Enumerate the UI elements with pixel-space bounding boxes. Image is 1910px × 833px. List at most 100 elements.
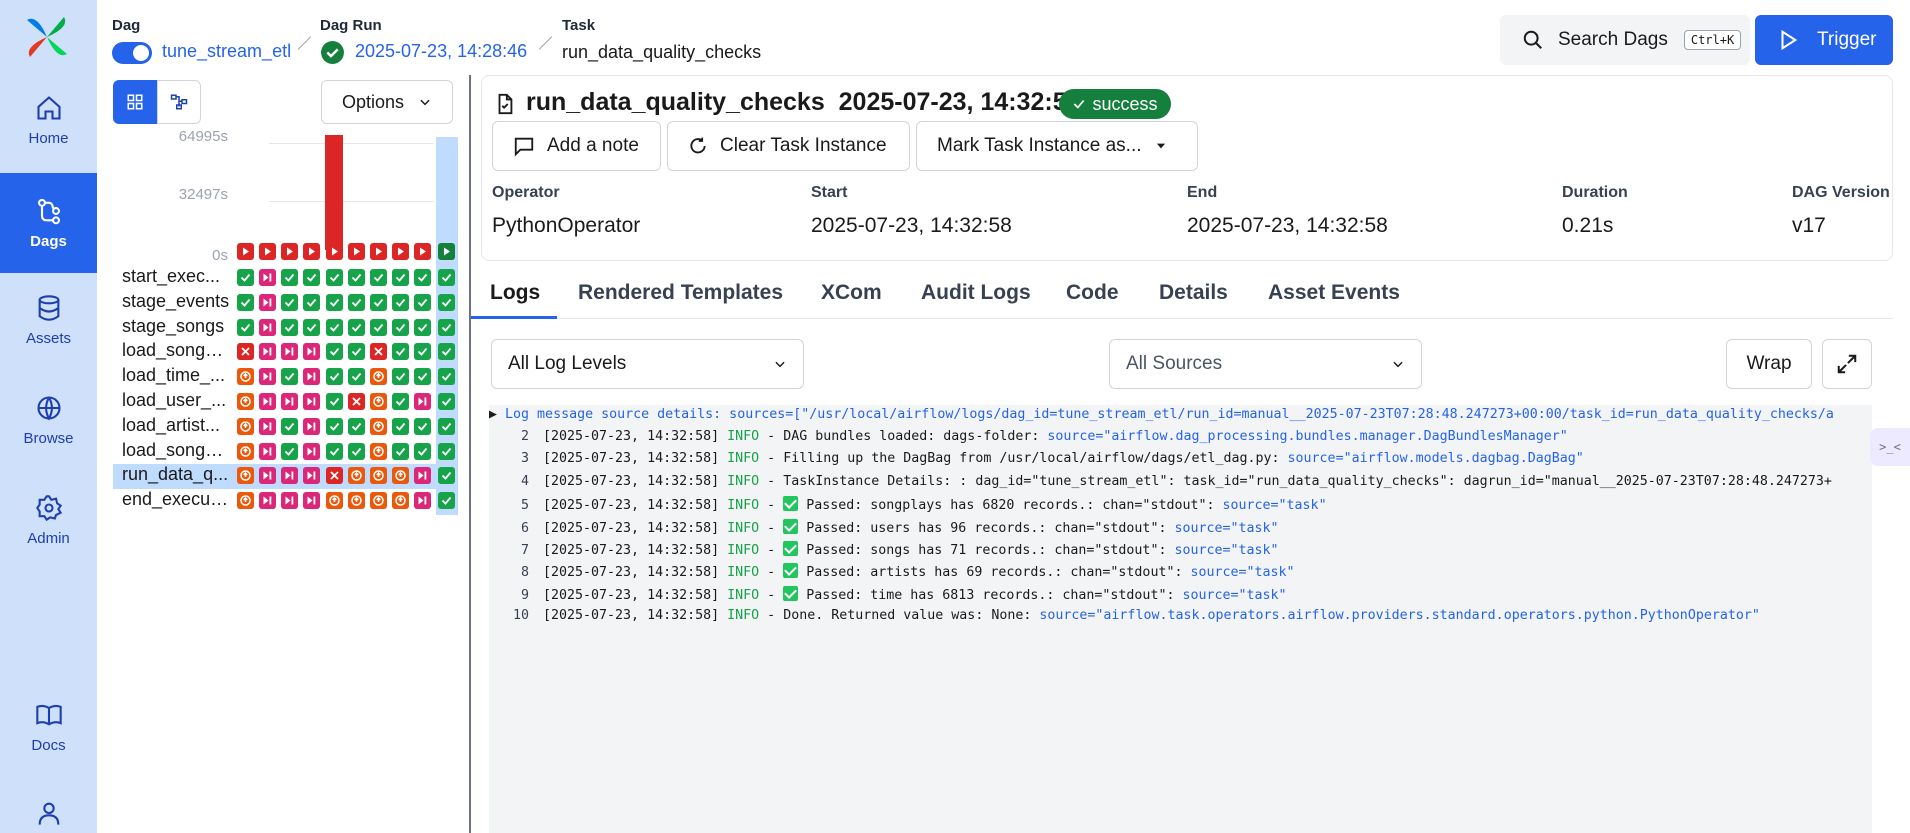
task-instance-cell[interactable] xyxy=(370,417,387,435)
task-instance-cell[interactable] xyxy=(348,442,365,460)
task-instance-cell[interactable] xyxy=(303,318,320,336)
nav-item-home[interactable]: Home xyxy=(0,70,97,170)
disclosure-triangle-icon[interactable]: ▶ xyxy=(489,407,497,422)
task-instance-cell[interactable] xyxy=(237,393,254,410)
tab-code[interactable]: Code xyxy=(1066,281,1119,305)
task-instance-cell[interactable] xyxy=(237,269,254,286)
task-instance-cell[interactable] xyxy=(392,293,409,311)
log-source-details[interactable]: ▶ Log message source details: sources=["… xyxy=(489,407,1834,422)
task-instance-cell[interactable] xyxy=(392,417,409,435)
task-instance-cell[interactable] xyxy=(414,293,431,311)
log-level-select[interactable]: All Log Levels xyxy=(491,339,804,389)
task-instance-cell[interactable] xyxy=(348,269,365,286)
task-instance-cell[interactable] xyxy=(237,442,254,460)
task-instance-cell[interactable] xyxy=(370,442,387,460)
task-instance-cell[interactable] xyxy=(438,318,455,336)
task-instance-cell[interactable] xyxy=(414,467,431,485)
trigger-button[interactable]: Trigger xyxy=(1755,15,1893,65)
task-instance-cell[interactable] xyxy=(438,343,455,361)
task-row-name[interactable]: load_artist... xyxy=(122,415,230,436)
add-note-button[interactable]: Add a note xyxy=(492,121,661,171)
dag-link[interactable]: tune_stream_etl xyxy=(162,41,291,62)
task-instance-cell[interactable] xyxy=(259,492,276,510)
task-instance-cell[interactable] xyxy=(303,417,320,435)
dag-run-cell[interactable] xyxy=(348,243,365,260)
task-instance-cell[interactable] xyxy=(259,393,276,410)
task-instance-cell[interactable] xyxy=(237,318,254,336)
task-row-name[interactable]: stage_events xyxy=(122,291,230,312)
task-instance-cell[interactable] xyxy=(348,368,365,386)
nav-item-admin[interactable]: Admin xyxy=(0,470,97,570)
task-instance-cell[interactable] xyxy=(348,417,365,435)
clear-task-instance-button[interactable]: Clear Task Instance xyxy=(667,121,910,171)
dag-run-cell[interactable] xyxy=(259,243,276,260)
task-instance-cell[interactable] xyxy=(392,492,409,510)
task-instance-cell[interactable] xyxy=(370,492,387,510)
task-instance-cell[interactable] xyxy=(281,417,298,435)
task-instance-cell[interactable] xyxy=(326,442,343,460)
task-instance-cell[interactable] xyxy=(281,442,298,460)
tab-logs[interactable]: Logs xyxy=(490,281,540,305)
graph-view-button[interactable] xyxy=(157,80,201,124)
task-instance-cell[interactable] xyxy=(237,467,254,485)
task-instance-cell[interactable] xyxy=(237,368,254,386)
task-instance-cell[interactable] xyxy=(303,293,320,311)
task-row-name[interactable]: load_user_... xyxy=(122,390,230,411)
task-instance-cell[interactable] xyxy=(370,467,387,485)
task-instance-cell[interactable] xyxy=(281,293,298,311)
task-instance-cell[interactable] xyxy=(303,442,320,460)
task-instance-cell[interactable] xyxy=(281,368,298,386)
search-dags-button[interactable]: Search Dags Ctrl+K xyxy=(1500,15,1750,65)
task-instance-cell[interactable] xyxy=(370,393,387,410)
wrap-button[interactable]: Wrap xyxy=(1726,339,1812,389)
task-instance-cell[interactable] xyxy=(326,343,343,361)
task-instance-cell[interactable] xyxy=(281,393,298,410)
task-instance-cell[interactable] xyxy=(326,269,343,286)
task-instance-cell[interactable] xyxy=(281,318,298,336)
dag-pause-toggle[interactable] xyxy=(112,42,152,64)
task-instance-cell[interactable] xyxy=(438,269,455,286)
task-row-name[interactable]: load_song_... xyxy=(122,440,230,461)
log-line-number[interactable]: 6 xyxy=(489,521,529,536)
task-instance-cell[interactable] xyxy=(438,442,455,460)
task-instance-cell[interactable] xyxy=(370,269,387,286)
task-instance-cell[interactable] xyxy=(326,393,343,410)
task-instance-cell[interactable] xyxy=(259,343,276,361)
task-instance-cell[interactable] xyxy=(414,393,431,410)
task-row-name[interactable]: stage_songs xyxy=(122,316,230,337)
task-instance-cell[interactable] xyxy=(281,343,298,361)
tab-asset-events[interactable]: Asset Events xyxy=(1268,281,1400,305)
task-instance-cell[interactable] xyxy=(303,269,320,286)
task-instance-cell[interactable] xyxy=(303,467,320,485)
log-output[interactable]: ▶ Log message source details: sources=["… xyxy=(489,405,1872,833)
nav-item-dags[interactable]: Dags xyxy=(0,173,97,273)
task-instance-cell[interactable] xyxy=(370,293,387,311)
task-instance-cell[interactable] xyxy=(259,368,276,386)
log-source-select[interactable]: All Sources xyxy=(1109,339,1422,389)
task-instance-cell[interactable] xyxy=(348,492,365,510)
dag-run-cell[interactable] xyxy=(370,243,387,260)
task-instance-cell[interactable] xyxy=(438,417,455,435)
task-instance-cell[interactable] xyxy=(392,368,409,386)
nav-item-user[interactable] xyxy=(0,775,97,833)
dag-run-cell[interactable] xyxy=(326,243,343,260)
task-instance-cell[interactable] xyxy=(303,492,320,510)
task-instance-cell[interactable] xyxy=(303,343,320,361)
duration-bar-failed[interactable] xyxy=(325,135,343,250)
task-instance-cell[interactable] xyxy=(326,417,343,435)
task-row-name[interactable]: start_exec... xyxy=(122,266,230,287)
task-instance-cell[interactable] xyxy=(348,293,365,311)
task-instance-cell[interactable] xyxy=(414,492,431,510)
task-instance-cell[interactable] xyxy=(281,492,298,510)
side-panel-tab[interactable]: >_< xyxy=(1870,428,1910,466)
fullscreen-button[interactable] xyxy=(1822,339,1872,389)
tab-xcom[interactable]: XCom xyxy=(821,281,882,305)
log-line-number[interactable]: 10 xyxy=(489,608,529,623)
task-instance-cell[interactable] xyxy=(414,318,431,336)
dag-run-cell[interactable] xyxy=(414,243,431,260)
task-instance-cell[interactable] xyxy=(259,442,276,460)
task-instance-cell[interactable] xyxy=(303,393,320,410)
log-line-number[interactable]: 8 xyxy=(489,565,529,580)
task-instance-cell[interactable] xyxy=(237,492,254,510)
task-instance-cell[interactable] xyxy=(259,417,276,435)
